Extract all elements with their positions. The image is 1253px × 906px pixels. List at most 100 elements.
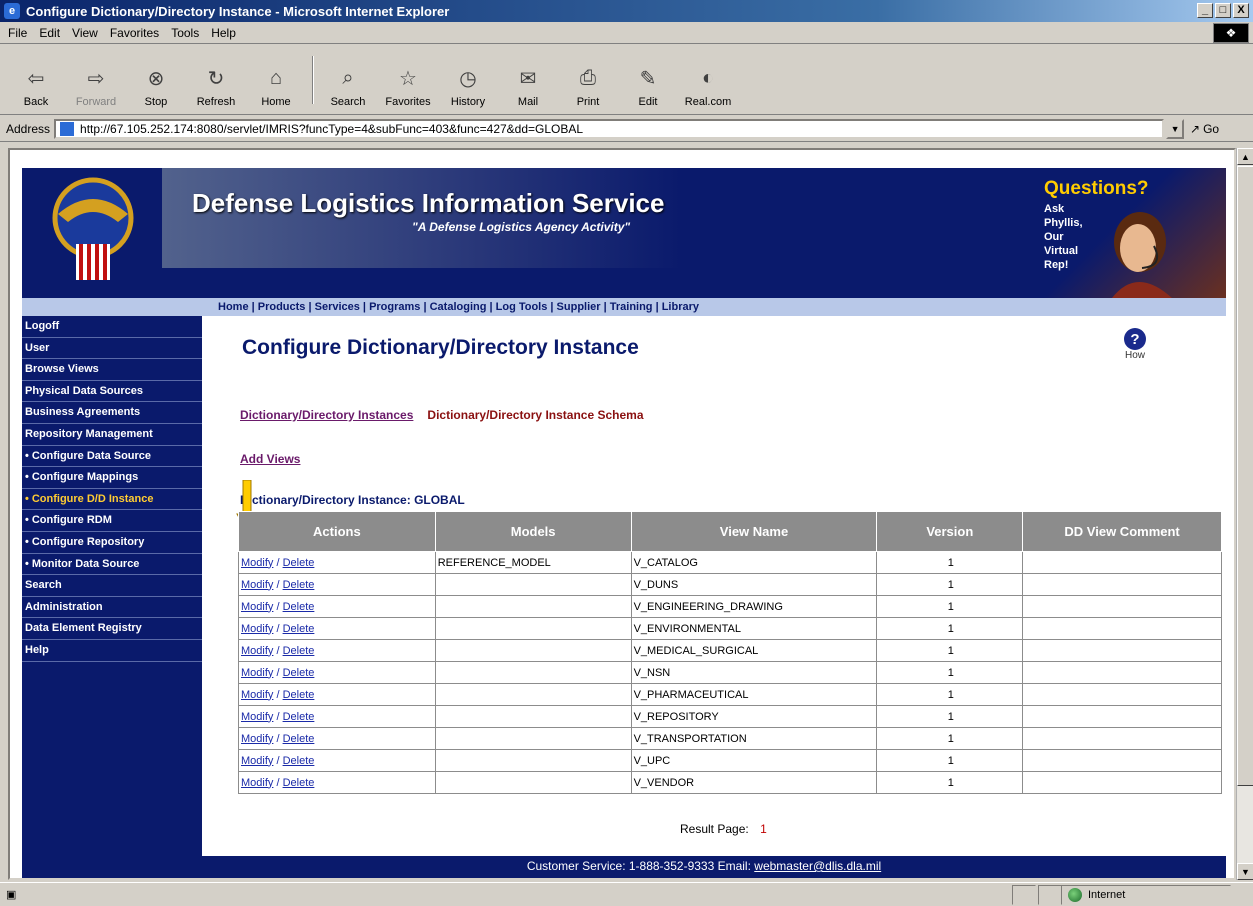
sidebar-item-label: Repository Management <box>25 427 153 440</box>
delete-link[interactable]: Delete <box>283 623 315 635</box>
sidebar-item-logoff[interactable]: Logoff <box>22 316 202 338</box>
mail-label: Mail <box>517 96 539 108</box>
add-views-link[interactable]: Add Views <box>240 452 300 466</box>
stop-button[interactable]: ⊗ Stop <box>128 64 184 109</box>
menu-favorites[interactable]: Favorites <box>110 26 159 40</box>
print-button[interactable]: ⎙ Print <box>560 64 616 109</box>
refresh-button[interactable]: ↻ Refresh <box>188 64 244 109</box>
modify-link[interactable]: Modify <box>241 667 273 679</box>
delete-link[interactable]: Delete <box>283 733 315 745</box>
sidebar-item-monitor-data-source[interactable]: • Monitor Data Source <box>22 554 202 576</box>
delete-link[interactable]: Delete <box>283 777 315 789</box>
status-page-icon: ▣ <box>6 889 17 901</box>
sidebar-item-administration[interactable]: Administration <box>22 597 202 619</box>
scroll-thumb[interactable] <box>1237 166 1253 786</box>
menu-file[interactable]: File <box>8 26 27 40</box>
menu-edit[interactable]: Edit <box>39 26 60 40</box>
favorites-button[interactable]: ☆ Favorites <box>380 64 436 109</box>
address-label: Address <box>6 121 51 136</box>
tab-dd-instance-schema[interactable]: Dictionary/Directory Instance Schema <box>427 408 643 422</box>
modify-link[interactable]: Modify <box>241 623 273 635</box>
sidebar-item-search[interactable]: Search <box>22 575 202 597</box>
version-cell: 1 <box>876 705 1024 728</box>
home-button[interactable]: ⌂ Home <box>248 64 304 109</box>
back-button[interactable]: ⇦ Back <box>8 64 64 109</box>
sidebar-item-data-element-registry[interactable]: Data Element Registry <box>22 618 202 640</box>
sidebar-item-business-agreements[interactable]: Business Agreements <box>22 402 202 424</box>
modify-link[interactable]: Modify <box>241 777 273 789</box>
comment-cell <box>1022 551 1222 574</box>
history-button[interactable]: ◷ History <box>440 64 496 109</box>
go-button[interactable]: ↗ Go <box>1190 122 1219 136</box>
mail-button[interactable]: ✉ Mail <box>500 64 556 109</box>
security-zone: Internet <box>1061 885 1231 905</box>
toolbar: ⇦ Back ⇨ Forward ⊗ Stop ↻ Refresh ⌂ Home ⌕ Sea… <box>0 45 1253 115</box>
modify-link[interactable]: Modify <box>241 645 273 657</box>
scroll-up-icon[interactable]: ▲ <box>1237 148 1253 165</box>
delete-link[interactable]: Delete <box>283 601 315 613</box>
table-row: Modify / Delete V_ENGINEERING_DRAWING 1 <box>238 595 1222 618</box>
modify-link[interactable]: Modify <box>241 755 273 767</box>
actions-cell: Modify / Delete <box>238 661 436 684</box>
sidebar-item-configure-repository[interactable]: • Configure Repository <box>22 532 202 554</box>
delete-link[interactable]: Delete <box>283 689 315 701</box>
action-separator: / <box>273 622 283 635</box>
sidebar-item-physical-data-sources[interactable]: Physical Data Sources <box>22 381 202 403</box>
modify-link[interactable]: Modify <box>241 579 273 591</box>
address-dropdown-button[interactable]: ▼ <box>1166 118 1185 139</box>
realcom-button[interactable]: ◐ Real.com <box>680 64 736 109</box>
sidebar-item-configure-dd-instance[interactable]: • Configure D/D Instance <box>22 489 202 511</box>
table-row: Modify / Delete V_UPC 1 <box>238 749 1222 772</box>
menu-view[interactable]: View <box>72 26 98 40</box>
footer-email-link[interactable]: webmaster@dlis.dla.mil <box>754 859 881 873</box>
models-cell <box>434 661 632 684</box>
delete-link[interactable]: Delete <box>283 667 315 679</box>
sidebar-item-label: Browse Views <box>25 363 99 376</box>
delete-link[interactable]: Delete <box>283 557 315 569</box>
maximize-button[interactable]: □ <box>1215 3 1231 18</box>
search-button[interactable]: ⌕ Search <box>320 64 376 109</box>
forward-button[interactable]: ⇨ Forward <box>68 64 124 109</box>
comment-cell <box>1022 749 1222 772</box>
close-button[interactable]: X <box>1233 3 1249 18</box>
result-page-number[interactable]: 1 <box>760 822 767 836</box>
sidebar-item-browse-views[interactable]: Browse Views <box>22 359 202 381</box>
comment-cell <box>1022 771 1222 794</box>
version-cell: 1 <box>876 639 1024 662</box>
address-input[interactable]: http://67.105.252.174:8080/servlet/IMRIS… <box>54 118 1165 139</box>
delete-link[interactable]: Delete <box>283 645 315 657</box>
how-label: How <box>1124 350 1145 361</box>
scroll-down-icon[interactable]: ▼ <box>1237 863 1253 880</box>
site-nav[interactable]: Home | Products | Services | Programs | … <box>22 298 1226 316</box>
tab-dd-instances[interactable]: Dictionary/Directory Instances <box>240 408 413 422</box>
sidebar-item-configure-rdm[interactable]: • Configure RDM <box>22 510 202 532</box>
menu-help[interactable]: Help <box>211 26 236 40</box>
minimize-button[interactable]: _ <box>1197 3 1213 18</box>
menu-tools[interactable]: Tools <box>171 26 199 40</box>
mail-icon: ✉ <box>519 67 537 90</box>
modify-link[interactable]: Modify <box>241 557 273 569</box>
sidebar-item-label: Physical Data Sources <box>25 384 144 397</box>
action-separator: / <box>273 732 283 745</box>
delete-link[interactable]: Delete <box>283 579 315 591</box>
modify-link[interactable]: Modify <box>241 689 273 701</box>
modify-link[interactable]: Modify <box>241 601 273 613</box>
column-header-dd-view-comment: DD View Comment <box>1022 511 1222 552</box>
sidebar-item-configure-data-source[interactable]: • Configure Data Source <box>22 446 202 468</box>
sidebar-item-repository-management[interactable]: Repository Management <box>22 424 202 446</box>
go-label: Go <box>1203 121 1220 136</box>
table-row: Modify / Delete REFERENCE_MODEL V_CATALOG 1 <box>238 551 1222 574</box>
vertical-scrollbar[interactable]: ▲ ▼ <box>1236 148 1253 880</box>
sidebar-item-help[interactable]: Help <box>22 640 202 662</box>
virtual-rep-panel[interactable]: Questions? Ask Phyllis, Our Virtual Rep! <box>1022 168 1226 298</box>
modify-link[interactable]: Modify <box>241 733 273 745</box>
models-cell <box>434 639 632 662</box>
delete-link[interactable]: Delete <box>283 711 315 723</box>
sidebar-item-configure-mappings[interactable]: • Configure Mappings <box>22 467 202 489</box>
bullet-icon: • <box>25 449 29 462</box>
edit-button[interactable]: ✎ Edit <box>620 64 676 109</box>
how-help-button[interactable]: ? How <box>1124 328 1146 361</box>
sidebar-item-user[interactable]: User <box>22 338 202 360</box>
delete-link[interactable]: Delete <box>283 755 315 767</box>
modify-link[interactable]: Modify <box>241 711 273 723</box>
